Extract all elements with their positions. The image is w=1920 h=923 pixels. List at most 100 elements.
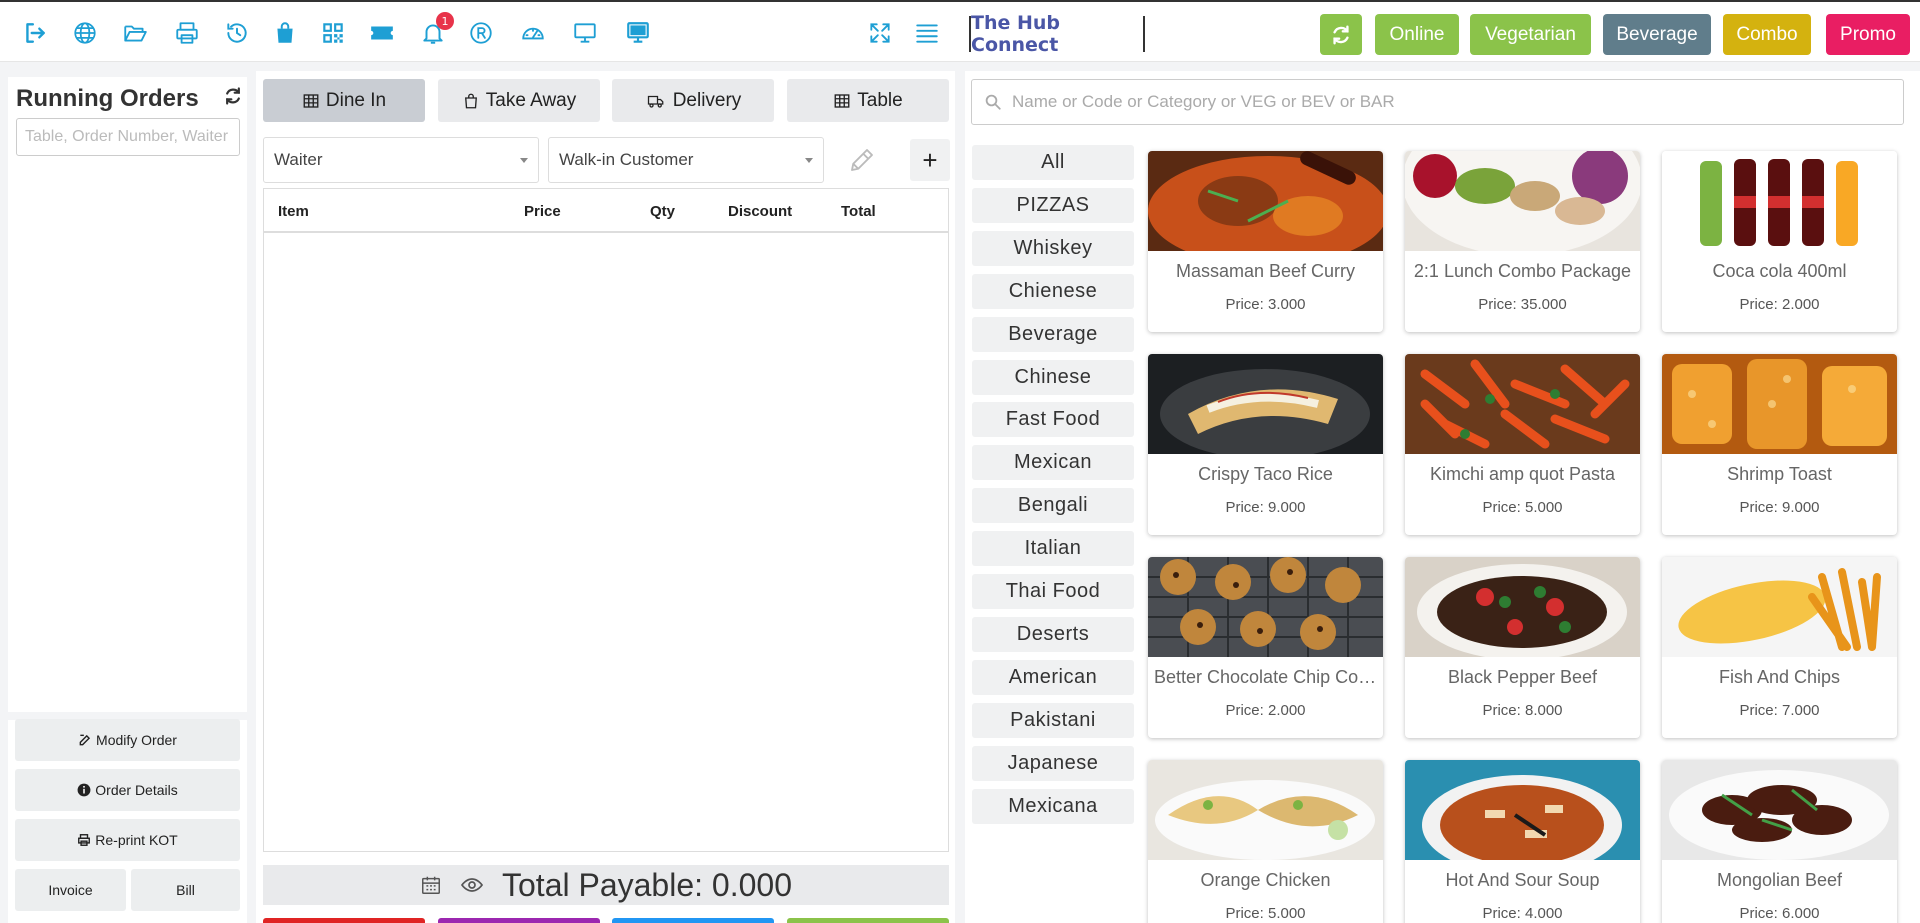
refresh-orders-icon[interactable] — [223, 86, 243, 106]
table-grid-icon — [303, 93, 319, 108]
menu-item-name: Hot And Sour Soup — [1445, 870, 1600, 890]
menu-search-input[interactable] — [1012, 92, 1892, 112]
filter-promo-button[interactable]: Promo — [1826, 14, 1910, 55]
menu-item-name: Fish And Chips — [1718, 667, 1841, 687]
menu-item-card[interactable]: Mongolian Beef Price: 6.000 — [1662, 760, 1897, 923]
category-mexican[interactable]: Mexican — [972, 445, 1134, 480]
total-payable: Total Payable: 0.000 — [502, 866, 792, 903]
table-grid-icon — [834, 93, 850, 108]
tab-take-away-label: Take Away — [485, 89, 577, 111]
add-customer-button[interactable]: + — [910, 139, 950, 181]
brand-name: The Hub Connect — [969, 12, 1145, 56]
cancel-action-button[interactable] — [263, 918, 425, 923]
folder-open-icon[interactable] — [120, 18, 150, 48]
history-icon[interactable] — [222, 18, 252, 48]
category-american[interactable]: American — [972, 660, 1134, 695]
menu-item-price: Price: 8.000 — [1482, 702, 1563, 719]
menu-search[interactable] — [971, 79, 1904, 125]
calendar-icon[interactable] — [420, 873, 442, 897]
eye-icon[interactable] — [458, 873, 486, 897]
ticket-icon[interactable] — [367, 18, 397, 48]
menu-item-card[interactable]: Hot And Sour Soup Price: 4.000 — [1405, 760, 1640, 923]
category-pakistani[interactable]: Pakistani — [972, 703, 1134, 738]
waiter-select[interactable]: Waiter — [263, 137, 539, 183]
menu-item-card[interactable]: Massaman Beef Curry Price: 3.000 — [1148, 151, 1383, 332]
modify-order-button[interactable]: Modify Order — [15, 719, 240, 761]
notification-badge: 1 — [436, 12, 454, 30]
invoice-button[interactable]: Invoice — [15, 869, 126, 911]
filter-vegetarian-button[interactable]: Vegetarian — [1470, 14, 1591, 55]
category-bengali[interactable]: Bengali — [972, 488, 1134, 523]
filter-online-button[interactable]: Online — [1375, 14, 1459, 55]
bill-button[interactable]: Bill — [131, 869, 240, 911]
place-order-button[interactable] — [787, 918, 949, 923]
hold-action-button[interactable] — [438, 918, 600, 923]
tab-delivery[interactable]: Delivery — [612, 79, 774, 122]
info-icon — [77, 783, 91, 797]
tab-table[interactable]: Table — [787, 79, 949, 122]
menu-item-card[interactable]: Orange Chicken Price: 5.000 — [1148, 760, 1383, 923]
waiter-select-value: Waiter — [274, 150, 323, 169]
qr-code-icon[interactable] — [318, 18, 348, 48]
menu-item-card[interactable]: 2:1 Lunch Combo Package Price: 35.000 — [1405, 151, 1640, 332]
fullscreen-icon[interactable] — [865, 18, 895, 48]
desktop-display-icon[interactable] — [623, 18, 653, 48]
food-photo — [1405, 557, 1640, 657]
menu-item-price: Price: 2.000 — [1739, 296, 1820, 313]
menu-item-card[interactable]: Kimchi amp quot Pasta Price: 5.000 — [1405, 354, 1640, 535]
category-pizzas[interactable]: PIZZAS — [972, 188, 1134, 223]
dashboard-gauge-icon[interactable] — [518, 18, 548, 48]
shopping-bag-icon[interactable] — [270, 18, 300, 48]
food-photo — [1405, 151, 1640, 251]
monitor-icon[interactable] — [570, 18, 600, 48]
customer-select[interactable]: Walk-in Customer — [548, 137, 824, 183]
menu-item-card[interactable]: Coca cola 400ml Price: 2.000 — [1662, 151, 1897, 332]
menu-item-price: Price: 4.000 — [1482, 905, 1563, 922]
tab-take-away[interactable]: Take Away — [438, 79, 600, 122]
menu-item-card[interactable]: Shrimp Toast Price: 9.000 — [1662, 354, 1897, 535]
menu-item-card[interactable]: Fish And Chips Price: 7.000 — [1662, 557, 1897, 738]
menu-item-card[interactable]: Black Pepper Beef Price: 8.000 — [1405, 557, 1640, 738]
menu-item-name: Shrimp Toast — [1727, 464, 1832, 484]
globe-icon[interactable] — [70, 18, 100, 48]
registered-icon[interactable] — [466, 18, 496, 48]
category-deserts[interactable]: Deserts — [972, 617, 1134, 652]
menu-item-card[interactable]: Better Chocolate Chip Cookies Price: 2.0… — [1148, 557, 1383, 738]
logout-icon[interactable] — [20, 18, 50, 48]
bell-icon[interactable]: 1 — [418, 12, 454, 48]
category-italian[interactable]: Italian — [972, 531, 1134, 566]
category-thai-food[interactable]: Thai Food — [972, 574, 1134, 609]
cart-table: Item Price Qty Discount Total — [263, 188, 949, 852]
edit-customer-icon[interactable] — [844, 142, 880, 178]
category-chinese[interactable]: Chinese — [972, 360, 1134, 395]
category-mexicana[interactable]: Mexicana — [972, 789, 1134, 824]
tab-dine-in[interactable]: Dine In — [263, 79, 425, 122]
order-details-button[interactable]: Order Details — [15, 769, 240, 811]
category-chienese[interactable]: Chienese — [972, 274, 1134, 309]
category-whiskey[interactable]: Whiskey — [972, 231, 1134, 266]
category-fast-food[interactable]: Fast Food — [972, 402, 1134, 437]
food-photo — [1148, 151, 1383, 251]
printer-small-icon — [78, 834, 91, 846]
menu-item-price: Price: 7.000 — [1739, 702, 1820, 719]
menu-item-name: Orange Chicken — [1200, 870, 1331, 890]
direct-invoice-button[interactable] — [612, 918, 774, 923]
menu-item-name: Mongolian Beef — [1716, 870, 1843, 890]
reprint-kot-button[interactable]: Re-print KOT — [15, 819, 240, 861]
printer-icon[interactable] — [172, 18, 202, 48]
menu-lines-icon[interactable] — [912, 18, 942, 48]
refresh-button[interactable] — [1320, 14, 1362, 55]
chevron-down-icon — [520, 157, 528, 163]
food-photo — [1148, 354, 1383, 454]
category-beverage[interactable]: Beverage — [972, 317, 1134, 352]
menu-item-name: Crispy Taco Rice — [1198, 464, 1333, 484]
menu-item-price: Price: 35.000 — [1478, 296, 1567, 313]
menu-item-card[interactable]: Crispy Taco Rice Price: 9.000 — [1148, 354, 1383, 535]
filter-beverage-button[interactable]: Beverage — [1603, 14, 1711, 55]
category-japanese[interactable]: Japanese — [972, 746, 1134, 781]
filter-combo-button[interactable]: Combo — [1723, 14, 1811, 55]
running-orders-search-input[interactable] — [16, 118, 240, 156]
category-all[interactable]: All — [972, 145, 1134, 180]
food-photo — [1148, 557, 1383, 657]
food-photo — [1405, 760, 1640, 860]
